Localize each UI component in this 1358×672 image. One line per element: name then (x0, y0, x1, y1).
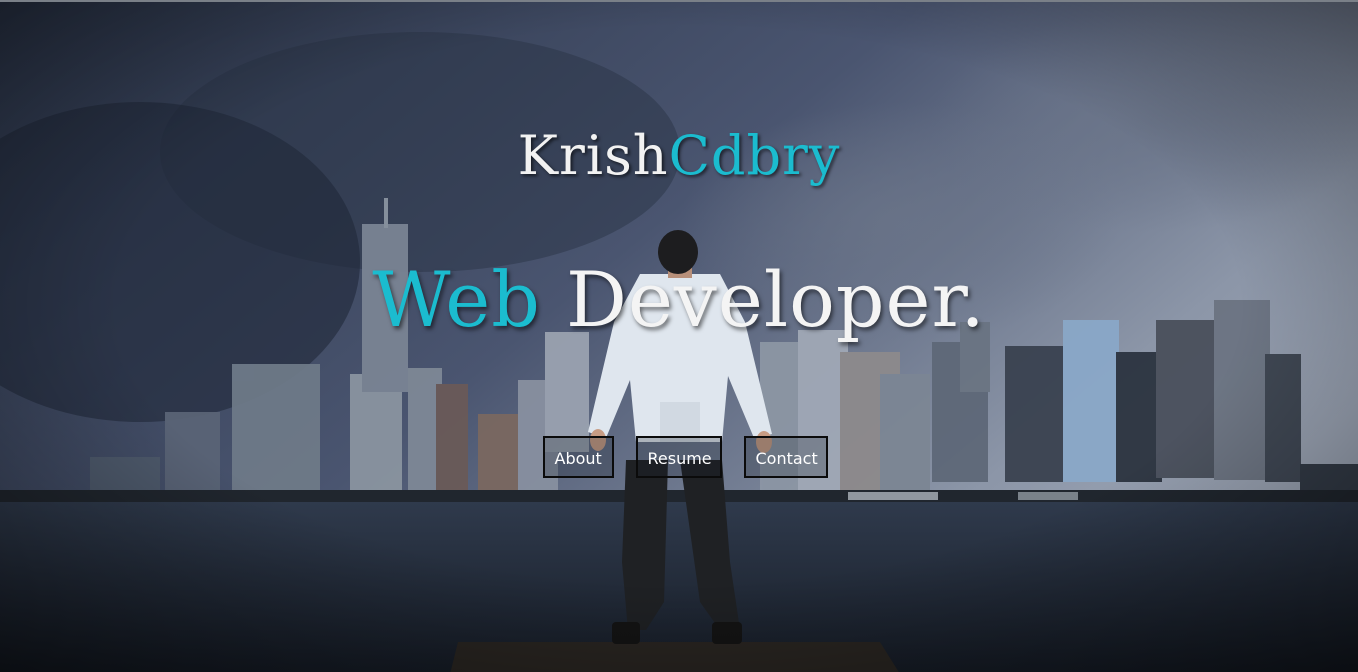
logo-first-part: Krish (517, 124, 669, 187)
hero-headline: Web Developer. (0, 255, 1358, 344)
resume-button[interactable]: Resume (635, 436, 722, 478)
headline-accent: Web (372, 255, 541, 344)
contact-button[interactable]: Contact (743, 436, 828, 478)
logo-second-part: Cdbry (668, 124, 841, 187)
headline-rest: Developer. (540, 255, 986, 344)
about-button[interactable]: About (542, 436, 614, 478)
hero-nav: About Resume Contact (0, 436, 1358, 478)
hero-section: KrishCdbry Web Developer. About Resume C… (0, 0, 1358, 672)
site-logo[interactable]: KrishCdbry (0, 124, 1358, 187)
